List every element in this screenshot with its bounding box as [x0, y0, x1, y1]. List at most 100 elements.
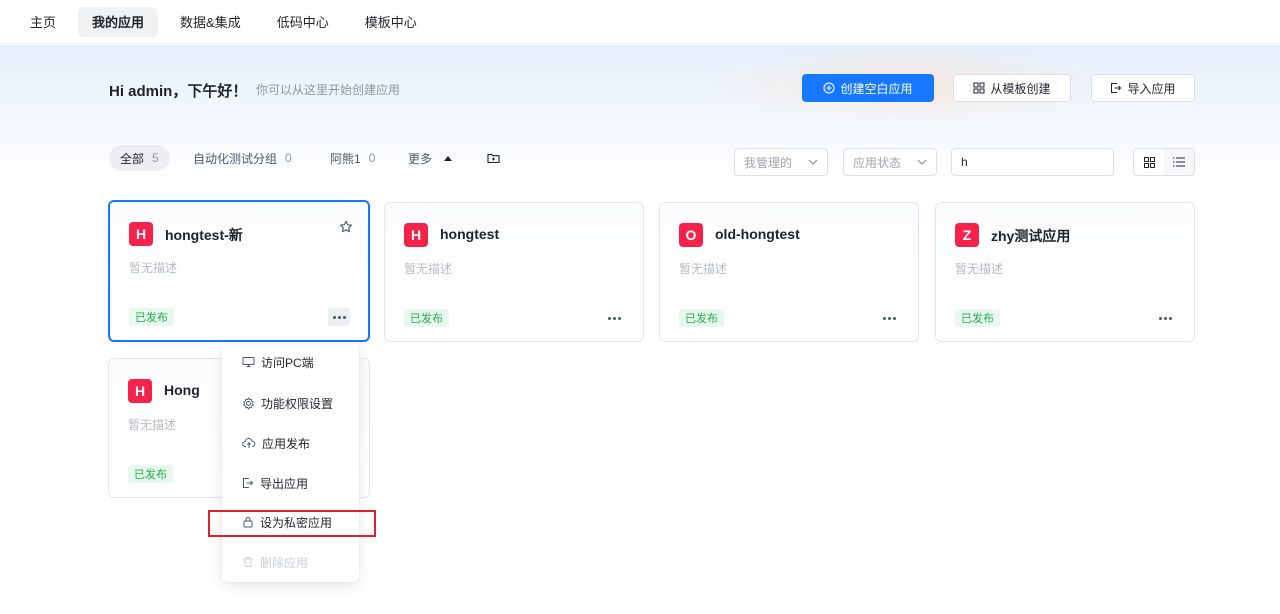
lock-icon	[243, 517, 253, 528]
group-tab-count: 0	[368, 151, 376, 165]
app-status-select[interactable]: 应用状态	[843, 148, 937, 176]
menu-item-visit-pc[interactable]: 访问PC端	[222, 342, 359, 382]
top-nav: 主页 我的应用 数据&集成 低码中心 模板中心	[0, 0, 1280, 44]
nav-lowcode-center[interactable]: 低码中心	[263, 7, 343, 37]
more-dot	[887, 316, 891, 320]
more-dot	[612, 316, 616, 320]
menu-item-export[interactable]: 导出应用	[222, 463, 359, 503]
more-dot	[617, 316, 621, 320]
chevron-down-icon	[808, 159, 818, 165]
more-dot	[337, 315, 341, 319]
app-card[interactable]: O old-hongtest 暂无描述 已发布	[659, 202, 919, 342]
grid-icon	[973, 82, 985, 94]
group-tab-label: 全部	[120, 151, 145, 166]
status-badge: 已发布	[404, 309, 449, 327]
more-dot	[607, 316, 611, 320]
more-actions-button[interactable]	[603, 309, 625, 327]
import-app-button[interactable]: 导入应用	[1091, 74, 1195, 102]
star-icon[interactable]	[339, 220, 353, 234]
status-badge: 已发布	[955, 309, 1000, 327]
grid-view-icon	[1143, 156, 1155, 168]
more-dot	[882, 316, 886, 320]
folder-button[interactable]	[476, 145, 511, 171]
app-avatar: H	[404, 223, 428, 247]
app-description: 暂无描述	[955, 262, 1004, 276]
group-tab-more[interactable]: 更多	[397, 145, 463, 171]
nav-home[interactable]: 主页	[16, 7, 70, 37]
greeting: Hi admin，下午好！	[109, 83, 248, 100]
more-label: 更多	[408, 151, 433, 166]
menu-item-label: 设为私密应用	[260, 515, 333, 530]
app-description: 暂无描述	[679, 262, 728, 276]
grid-view-button[interactable]	[1134, 149, 1164, 175]
group-tab-label: 自动化测试分组	[193, 151, 278, 166]
chevron-down-icon	[917, 159, 927, 165]
nav-data-integration[interactable]: 数据&集成	[166, 7, 255, 37]
menu-item-publish[interactable]: 应用发布	[222, 423, 359, 463]
plus-circle-icon	[823, 82, 836, 94]
app-name: hongtest-新	[165, 227, 243, 243]
group-tab-label: 阿熊1	[330, 151, 361, 166]
menu-item-set-private[interactable]: 设为私密应用	[222, 502, 359, 542]
app-avatar: H	[129, 222, 153, 246]
app-name: hongtest	[440, 226, 500, 242]
more-actions-button[interactable]	[878, 309, 900, 327]
group-tab-all[interactable]: 全部 5	[109, 145, 170, 171]
app-name: zhy测试应用	[991, 228, 1071, 244]
more-dot	[342, 315, 346, 319]
app-avatar: O	[679, 223, 703, 247]
menu-item-label: 功能权限设置	[261, 396, 334, 411]
more-dot	[1168, 316, 1172, 320]
group-tab-count: 5	[152, 151, 159, 165]
more-dot	[892, 316, 896, 320]
app-avatar: Z	[955, 223, 979, 247]
import-icon	[1111, 83, 1122, 93]
menu-item-label: 导出应用	[260, 476, 309, 491]
gear-icon	[243, 397, 254, 409]
app-avatar: H	[128, 379, 152, 403]
create-from-template-label: 从模板创建	[990, 81, 1051, 96]
create-blank-app-button[interactable]: 创建空白应用	[802, 74, 934, 102]
menu-item-label: 删除应用	[260, 555, 309, 570]
caret-up-icon	[444, 155, 453, 161]
more-dot	[1158, 316, 1162, 320]
app-actions-menu: 访问PC端 功能权限设置 应用发布 导出应用 设为私密应用 删除应用	[222, 342, 359, 582]
nav-my-apps[interactable]: 我的应用	[78, 6, 159, 37]
menu-item-label: 应用发布	[262, 436, 311, 451]
folder-icon	[487, 153, 500, 164]
more-dot	[332, 315, 336, 319]
menu-item-permissions[interactable]: 功能权限设置	[222, 383, 359, 423]
create-from-template-button[interactable]: 从模板创建	[953, 74, 1071, 102]
app-card[interactable]: H hongtest-新 暂无描述 已发布	[108, 200, 370, 342]
create-blank-app-label: 创建空白应用	[840, 81, 913, 96]
status-badge: 已发布	[128, 465, 173, 483]
app-name: Hong	[164, 382, 200, 398]
app-card[interactable]: H hongtest 暂无描述 已发布	[384, 202, 644, 342]
group-tab-axiong[interactable]: 阿熊1 0	[319, 145, 386, 171]
more-dot	[1163, 316, 1167, 320]
more-actions-button[interactable]	[1154, 309, 1176, 327]
app-description: 暂无描述	[128, 418, 177, 432]
menu-item-label: 访问PC端	[261, 355, 314, 370]
import-app-label: 导入应用	[1127, 81, 1176, 96]
list-view-button[interactable]	[1164, 149, 1194, 175]
cloud-upload-icon	[242, 438, 256, 448]
export-icon	[243, 478, 254, 488]
greeting-subtitle: 你可以从这里开始创建应用	[256, 83, 401, 97]
managed-by-placeholder: 我管理的	[744, 155, 793, 170]
status-badge: 已发布	[129, 308, 174, 326]
app-card[interactable]: Z zhy测试应用 暂无描述 已发布	[935, 202, 1195, 342]
app-description: 暂无描述	[404, 262, 453, 276]
view-toggle	[1133, 148, 1195, 176]
search-input[interactable]	[951, 148, 1114, 176]
status-badge: 已发布	[679, 309, 724, 327]
nav-template-center[interactable]: 模板中心	[351, 7, 431, 37]
more-actions-button[interactable]	[328, 308, 350, 326]
group-tab-count: 0	[285, 151, 292, 165]
group-tab-autotest[interactable]: 自动化测试分组 0	[182, 145, 303, 171]
monitor-icon	[242, 357, 255, 367]
managed-by-select[interactable]: 我管理的	[734, 148, 828, 176]
app-name: old-hongtest	[715, 226, 800, 242]
app-description: 暂无描述	[129, 261, 178, 275]
app-status-placeholder: 应用状态	[853, 155, 902, 170]
